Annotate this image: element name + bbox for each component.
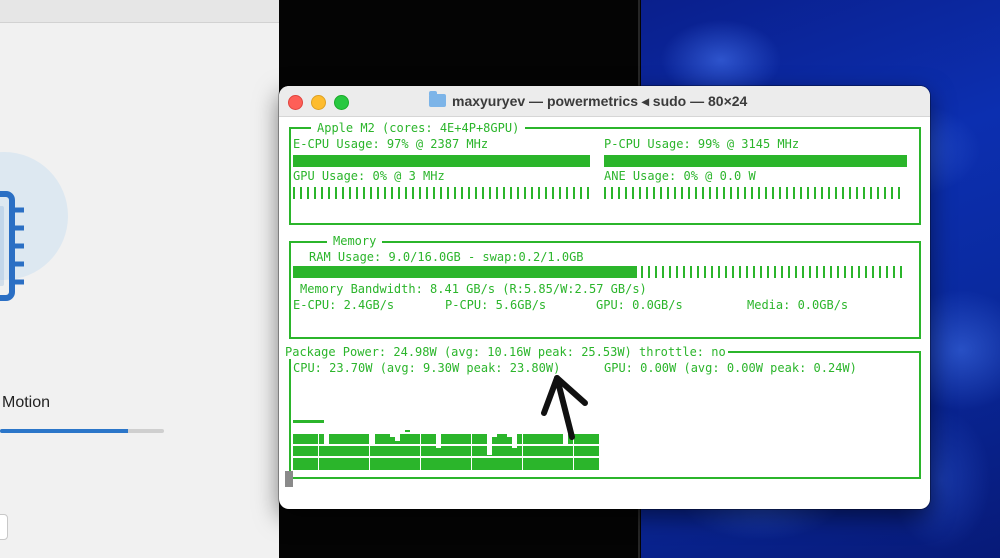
gpu-usage-bar xyxy=(293,187,593,199)
ram-free-bar xyxy=(641,266,905,278)
ane-usage-bar xyxy=(604,187,904,199)
motion-progress-fill xyxy=(0,429,128,433)
ecpu-bandwidth: E-CPU: 2.4GB/s xyxy=(293,298,395,312)
ram-usage-label: RAM Usage: 9.0/16.0GB - swap:0.2/1.0GB xyxy=(309,250,584,264)
memory-bandwidth-label: Memory Bandwidth: 8.41 GB/s (R:5.85/W:2.… xyxy=(300,282,647,296)
package-power-label: Package Power: 24.98W (avg: 10.16W peak:… xyxy=(279,345,728,359)
minimize-button[interactable] xyxy=(311,95,326,110)
cpu-power-column-gap xyxy=(593,456,599,458)
terminal-titlebar[interactable]: maxyuryev — powermetrics ◂ sudo — 80×24 xyxy=(279,86,930,117)
cpu-power-column-gap xyxy=(593,444,599,446)
gpu-usage-label: GPU Usage: 0% @ 3 MHz xyxy=(293,169,445,183)
terminal-cursor xyxy=(285,471,293,487)
terminal-window[interactable]: maxyuryev — powermetrics ◂ sudo — 80×24 … xyxy=(279,86,930,509)
cpu-power-chart xyxy=(293,410,599,470)
cpu-panel-legend: Apple M2 (cores: 4E+4P+8GPU) xyxy=(311,121,526,135)
gpu-bandwidth: GPU: 0.0GB/s xyxy=(596,298,683,312)
cpu-power-label: CPU: 23.70W (avg: 9.30W peak: 23.80W) xyxy=(293,361,561,375)
motion-label: Motion xyxy=(2,394,51,411)
close-button[interactable] xyxy=(288,95,303,110)
window-title: maxyuryev — powermetrics ◂ sudo — 80×24 xyxy=(452,93,748,109)
ane-usage-label: ANE Usage: 0% @ 0.0 W xyxy=(604,169,756,183)
cpu-power-column xyxy=(593,432,599,470)
motion-progress-bar xyxy=(0,429,164,433)
left-app-window: Motion xyxy=(0,0,279,558)
terminal-content[interactable]: Apple M2 (cores: 4E+4P+8GPU) E-CPU Usage… xyxy=(279,117,930,509)
ecpu-usage-bar xyxy=(293,155,590,167)
pcpu-usage-bar xyxy=(604,155,907,167)
left-app-control[interactable] xyxy=(0,514,8,540)
folder-icon xyxy=(429,91,446,107)
cpu-power-column-gap xyxy=(593,432,599,434)
cpu-chip-icon xyxy=(0,191,24,301)
pcpu-usage-label: P-CPU Usage: 99% @ 3145 MHz xyxy=(604,137,800,151)
left-app-titlebar xyxy=(0,0,279,23)
gpu-power-label: GPU: 0.00W (avg: 0.00W peak: 0.24W) xyxy=(604,361,857,375)
pcpu-bandwidth: P-CPU: 5.6GB/s xyxy=(445,298,547,312)
zoom-button[interactable] xyxy=(334,95,349,110)
memory-panel-legend: Memory xyxy=(327,234,383,248)
media-bandwidth: Media: 0.0GB/s xyxy=(747,298,849,312)
ecpu-usage-label: E-CPU Usage: 97% @ 2387 MHz xyxy=(293,137,489,151)
ram-usage-bar xyxy=(293,266,637,278)
